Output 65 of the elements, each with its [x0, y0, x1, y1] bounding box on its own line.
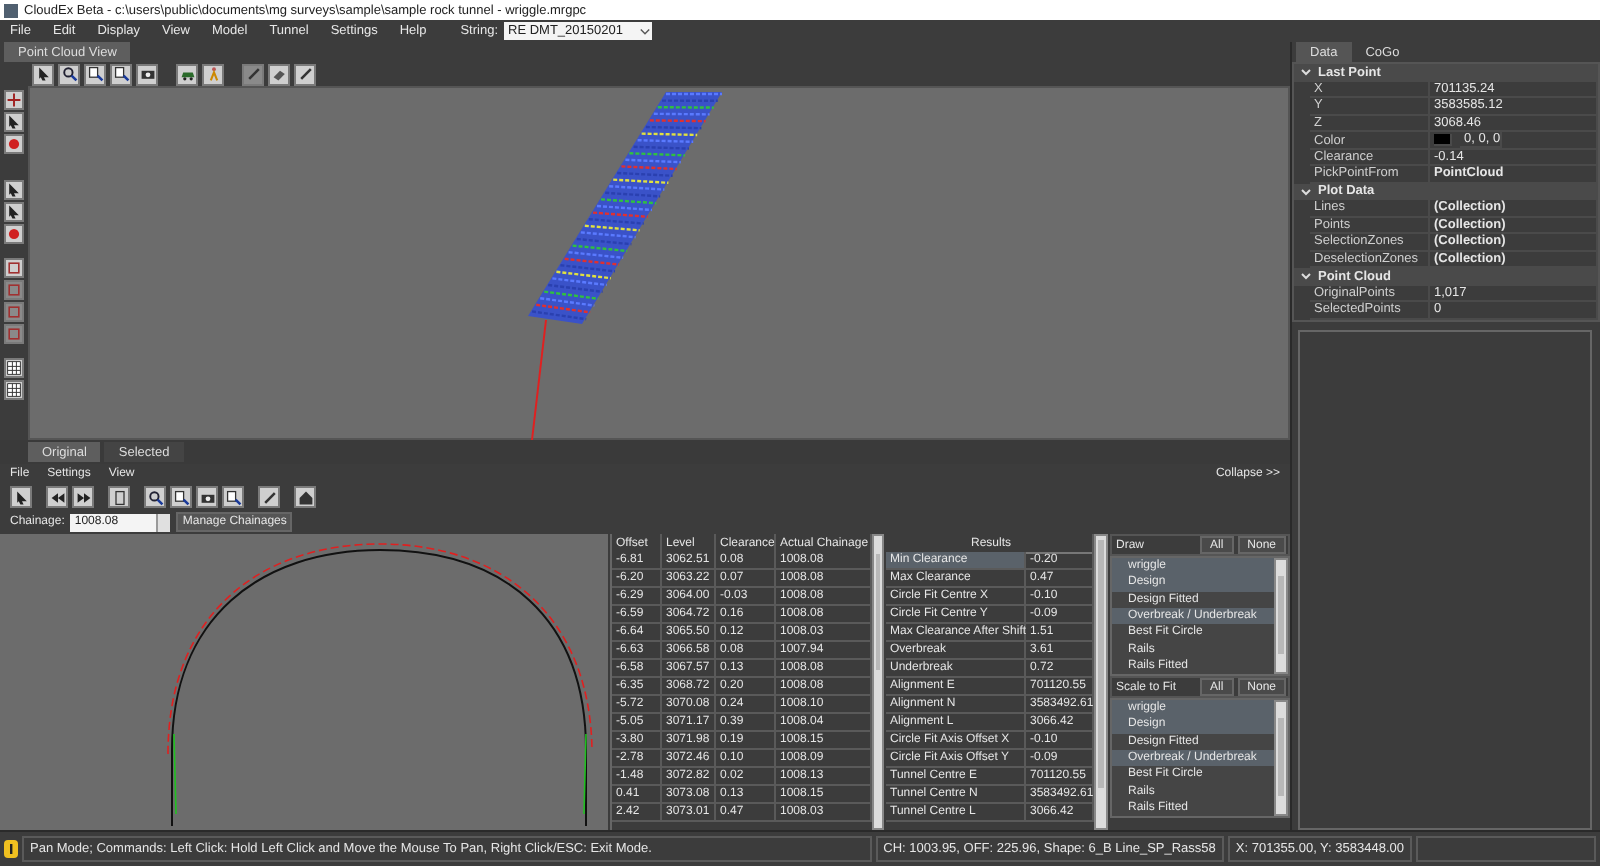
page-button[interactable]: [108, 486, 130, 508]
zoom-in-icon: [173, 489, 189, 505]
app-icon: [4, 3, 18, 17]
figure-icon: [205, 66, 221, 82]
zoom-in-icon: [87, 66, 103, 82]
next-button[interactable]: [72, 486, 94, 508]
home-button[interactable]: [294, 486, 316, 508]
previous-button[interactable]: [46, 486, 68, 508]
snapshot-button[interactable]: [136, 63, 158, 85]
measure-icon: [297, 66, 313, 82]
pointer-button[interactable]: [4, 180, 24, 200]
caret-icon: [638, 24, 653, 38]
record-icon: [6, 226, 22, 242]
snapshot-icon: [139, 66, 155, 82]
grid-icon: [6, 382, 22, 398]
zoom-extents-button[interactable]: [110, 63, 132, 85]
next-icon: [75, 489, 91, 505]
select-tool-icon: [13, 489, 29, 505]
select-tool-button[interactable]: [32, 63, 54, 85]
record-button[interactable]: [4, 134, 24, 154]
zoom-extents-button[interactable]: [222, 486, 244, 508]
vehicle-button[interactable]: [176, 63, 198, 85]
select-box-icon: [6, 304, 22, 320]
zoom-window-button[interactable]: [58, 63, 80, 85]
projection-line: [531, 319, 547, 440]
pointer-button[interactable]: [4, 202, 24, 222]
pointer-icon: [6, 114, 22, 130]
scrollbar[interactable]: [1274, 558, 1288, 674]
line-tool-icon: [245, 66, 261, 82]
grid-button[interactable]: [4, 380, 24, 400]
select-box-icon: [6, 326, 22, 342]
measure-button[interactable]: [258, 486, 280, 508]
eraser-icon: [271, 66, 287, 82]
snapshot-icon: [199, 489, 215, 505]
eraser-button[interactable]: [268, 63, 290, 85]
select-tool-button[interactable]: [10, 486, 32, 508]
previous-icon: [49, 489, 65, 505]
record-button[interactable]: [4, 224, 24, 244]
select-box-icon: [6, 282, 22, 298]
grid-icon: [6, 360, 22, 376]
zoom-window-icon: [147, 489, 163, 505]
scrollbar[interactable]: [1274, 700, 1288, 816]
zoom-extents-icon: [113, 66, 129, 82]
home-icon: [297, 489, 313, 505]
figure-button[interactable]: [202, 63, 224, 85]
pointer-button[interactable]: [4, 112, 24, 132]
zoom-in-button[interactable]: [170, 486, 192, 508]
pan-icon: [6, 92, 22, 108]
vehicle-icon: [179, 66, 195, 82]
pan-button[interactable]: [4, 90, 24, 110]
select-tool-icon: [35, 66, 51, 82]
scrollbar[interactable]: [872, 534, 884, 830]
grid-button[interactable]: [4, 358, 24, 378]
record-icon: [6, 136, 22, 152]
scrollbar[interactable]: [1094, 534, 1108, 830]
zoom-in-button[interactable]: [84, 63, 106, 85]
select-box-icon: [6, 260, 22, 276]
line-tool-button[interactable]: [242, 63, 264, 85]
snapshot-button[interactable]: [196, 486, 218, 508]
page-icon: [111, 489, 127, 505]
zoom-window-icon: [61, 66, 77, 82]
measure-icon: [261, 489, 277, 505]
measure-button[interactable]: [294, 63, 316, 85]
zoom-window-button[interactable]: [144, 486, 166, 508]
zoom-extents-icon: [225, 489, 241, 505]
